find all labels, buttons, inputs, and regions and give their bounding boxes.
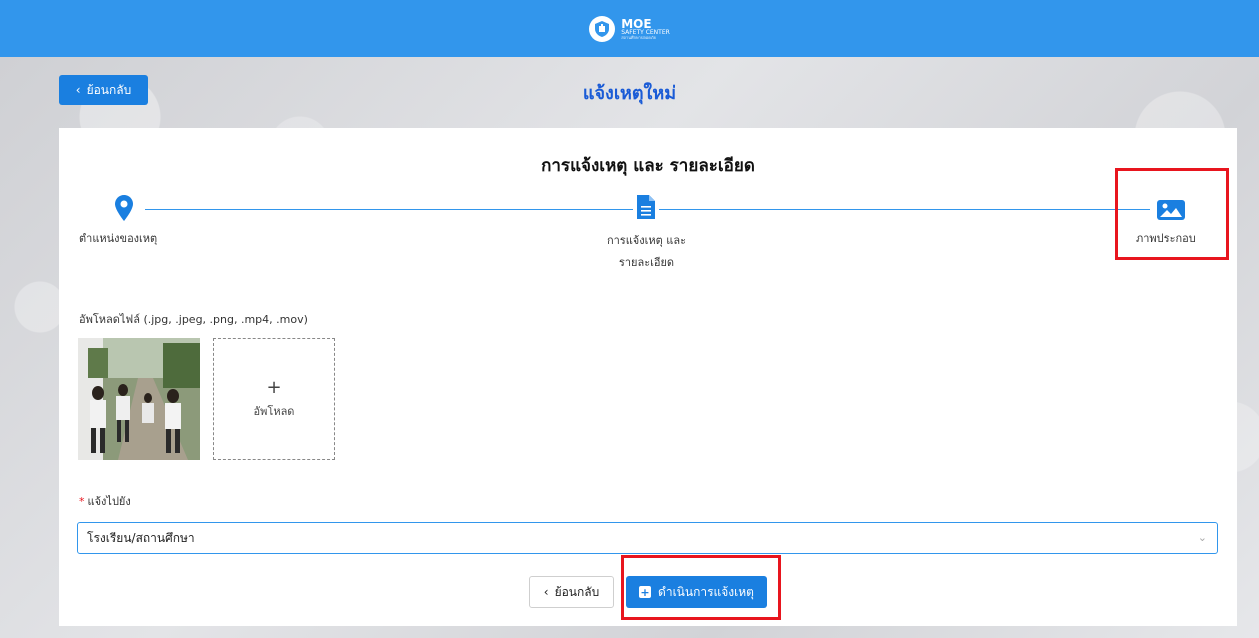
notify-to-label: * แจ้งไปยัง (79, 492, 131, 510)
moe-logo[interactable]: MOE SAFETY CENTER สถานศึกษาปลอดภัย (589, 15, 670, 42)
form-title: การแจ้งเหตุ และ รายละเอียด (541, 156, 755, 176)
chevron-left-icon: ‹ (543, 585, 549, 599)
step-details-label-line1: การแจ้งเหตุ และ (606, 234, 687, 247)
upload-file-label: อัพโหลดไฟล์ (.jpg, .jpeg, .png, .mp4, .m… (79, 313, 308, 326)
step-location-label: ตำแหน่งของเหตุ (79, 232, 158, 245)
plus-icon: + (266, 377, 282, 398)
highlight-box-step-image (1115, 168, 1229, 260)
step-details-label: การแจ้งเหตุ และ รายละเอียด (584, 230, 709, 274)
stepper-line-2 (659, 209, 1150, 210)
notify-to-select[interactable]: โรงเรียน/สถานศึกษา ⌄ (77, 522, 1218, 554)
chevron-down-icon: ⌄ (1197, 531, 1207, 544)
highlight-box-submit (621, 555, 781, 620)
logo-tagline: สถานศึกษาปลอดภัย (621, 34, 656, 40)
upload-button[interactable]: + อัพโหลด (213, 338, 335, 460)
uploaded-image-thumbnail[interactable] (78, 338, 200, 460)
notify-to-value: โรงเรียน/สถานศึกษา (87, 530, 195, 545)
page-title: แจ้งเหตุใหม่ (582, 83, 677, 104)
required-mark: * (79, 495, 85, 508)
logo-title: MOE (621, 16, 652, 31)
shield-logo-icon (589, 15, 616, 42)
stepper-line-1 (145, 209, 633, 210)
step-details-label-line2: รายละเอียด (618, 256, 675, 269)
document-icon (637, 195, 655, 223)
back-button-label: ย้อนกลับ (554, 584, 600, 599)
report-form-card: การแจ้งเหตุ และ รายละเอียด ตำแหน่งของเหต… (59, 128, 1237, 626)
top-bar: MOE SAFETY CENTER สถานศึกษาปลอดภัย (0, 0, 1259, 57)
notify-to-label-text: แจ้งไปยัง (87, 495, 131, 508)
upload-button-label: อัพโหลด (253, 405, 295, 418)
back-button[interactable]: ‹ ย้อนกลับ (529, 576, 614, 608)
map-pin-icon (115, 195, 133, 225)
